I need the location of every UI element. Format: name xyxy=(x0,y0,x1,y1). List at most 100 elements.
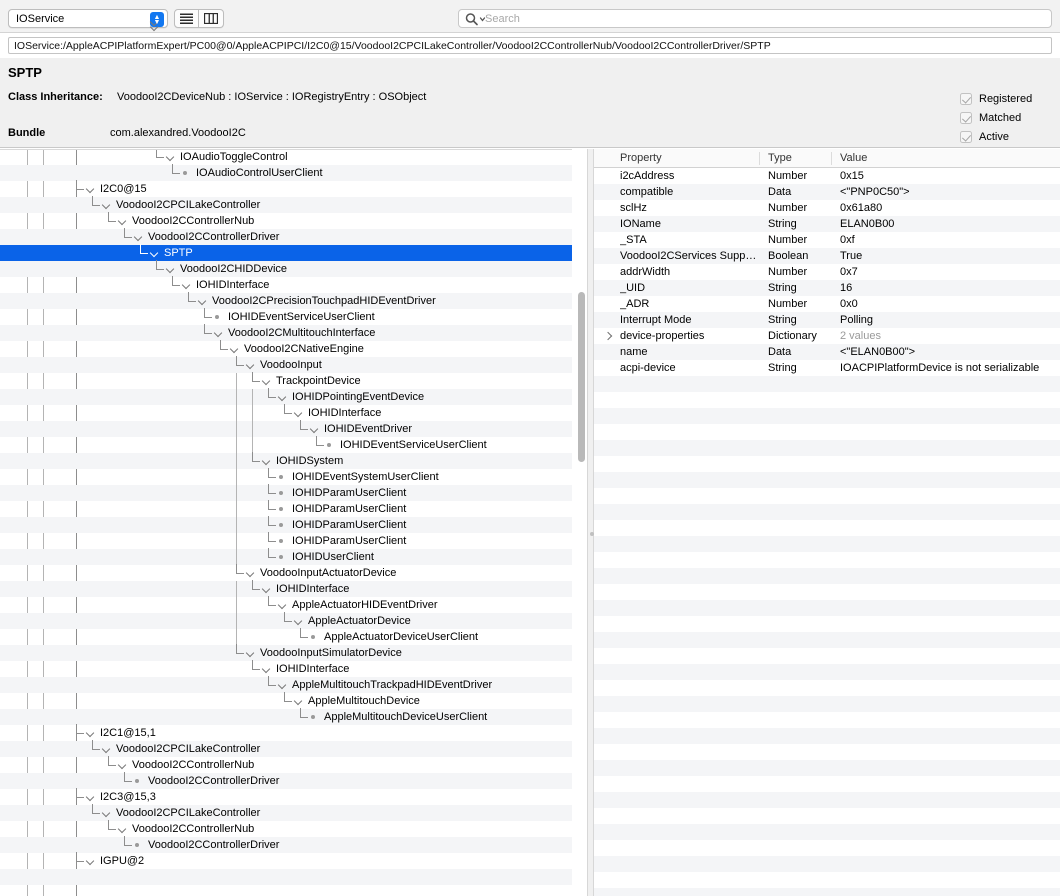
tree-row[interactable]: VoodooI2CMultitouchInterface xyxy=(0,324,572,341)
tree-node[interactable]: VoodooI2CControllerNub xyxy=(107,212,254,229)
tree-node[interactable]: IOHIDInterface xyxy=(283,404,381,421)
property-row[interactable]: sclHz Number 0x61a80 xyxy=(594,200,1060,216)
tree-row[interactable]: IOAudioControlUserClient xyxy=(0,164,572,181)
flag-row-registered[interactable]: Registered xyxy=(960,89,1052,108)
tree-node[interactable]: IOHIDParamUserClient xyxy=(267,484,406,501)
tree-node[interactable]: IOHIDEventServiceUserClient xyxy=(203,308,375,325)
tree-row[interactable]: VoodooInputSimulatorDevice xyxy=(0,644,572,661)
tree-row[interactable]: VoodooI2CNativeEngine xyxy=(0,340,572,357)
tree-row[interactable]: IOHIDSystem xyxy=(0,452,572,469)
tree-row[interactable]: I2C0@15 xyxy=(0,180,572,197)
tree-row[interactable]: VoodooI2CControllerDriver xyxy=(0,772,572,789)
tree-node[interactable]: AppleActuatorDeviceUserClient xyxy=(299,628,478,645)
chevron-down-icon[interactable] xyxy=(118,757,128,773)
chevron-down-icon[interactable] xyxy=(262,581,272,597)
tree-node[interactable]: VoodooI2CMultitouchInterface xyxy=(203,324,375,341)
tree-node[interactable]: IOHIDEventSystemUserClient xyxy=(267,468,439,485)
chevron-down-icon[interactable] xyxy=(134,229,144,245)
tree-row[interactable]: IOHIDParamUserClient xyxy=(0,500,572,517)
tree-node[interactable]: IOHIDParamUserClient xyxy=(267,516,406,533)
tree-node[interactable]: VoodooInputSimulatorDevice xyxy=(235,644,402,661)
chevron-down-icon[interactable] xyxy=(198,293,208,309)
chevron-right-icon[interactable] xyxy=(603,328,613,344)
chevron-down-icon[interactable] xyxy=(278,677,288,693)
tree-row[interactable]: I2C1@15,1 xyxy=(0,724,572,741)
tree-node[interactable]: IOHIDSystem xyxy=(251,452,343,469)
column-header-type[interactable]: Type xyxy=(759,149,838,168)
tree-node[interactable]: AppleActuatorHIDEventDriver xyxy=(267,596,438,613)
tree-node[interactable]: SPTP xyxy=(139,244,193,261)
tree-row[interactable]: AppleActuatorDevice xyxy=(0,612,572,629)
tree-node[interactable]: VoodooI2CPCILakeController xyxy=(91,196,260,213)
tree-row[interactable]: IOHIDInterface xyxy=(0,660,572,677)
checkbox-icon[interactable] xyxy=(960,111,972,124)
chevron-down-icon[interactable] xyxy=(262,661,272,677)
tree-row[interactable]: IOHIDEventServiceUserClient xyxy=(0,308,572,325)
tree-node[interactable]: IOAudioToggleControl xyxy=(155,149,288,165)
tree-node[interactable]: VoodooI2CPCILakeController xyxy=(91,804,260,821)
tree-node[interactable]: IOHIDInterface xyxy=(171,276,269,293)
property-row[interactable]: device-properties Dictionary 2 values xyxy=(594,328,1060,344)
property-row[interactable]: _STA Number 0xf xyxy=(594,232,1060,248)
tree-node[interactable]: VoodooI2CControllerDriver xyxy=(123,228,279,245)
tree-node[interactable]: VoodooI2CControllerNub xyxy=(107,820,254,837)
tree-row[interactable]: VoodooInput xyxy=(0,356,572,373)
tree-node[interactable]: VoodooI2CPrecisionTouchpadHIDEventDriver xyxy=(187,292,436,309)
tree-row[interactable]: IOHIDParamUserClient xyxy=(0,516,572,533)
chevron-down-icon[interactable] xyxy=(86,725,96,741)
tree-node[interactable]: AppleMultitouchTrackpadHIDEventDriver xyxy=(267,676,492,693)
tree-row[interactable]: AppleMultitouchDeviceUserClient xyxy=(0,708,572,725)
list-view-button[interactable] xyxy=(174,9,199,28)
tree-row[interactable]: IOHIDInterface xyxy=(0,580,572,597)
chevron-down-icon[interactable] xyxy=(102,741,112,757)
tree-row[interactable]: IOHIDPointingEventDevice xyxy=(0,388,572,405)
tree-vertical-scrollbar[interactable] xyxy=(576,149,587,896)
tree-row[interactable]: AppleMultitouchTrackpadHIDEventDriver xyxy=(0,676,572,693)
flag-row-active[interactable]: Active xyxy=(960,127,1052,146)
tree-row[interactable]: IOHIDInterface xyxy=(0,404,572,421)
view-mode-segmented-control[interactable] xyxy=(174,9,224,28)
tree-row[interactable]: VoodooI2CPCILakeController xyxy=(0,804,572,821)
chevron-down-icon[interactable] xyxy=(262,373,272,389)
tree-node[interactable]: IOHIDInterface xyxy=(251,580,349,597)
property-row[interactable]: _ADR Number 0x0 xyxy=(594,296,1060,312)
column-view-button[interactable] xyxy=(199,9,224,28)
plane-selector-popup[interactable]: IOService ▲ ▼ xyxy=(8,9,168,28)
property-row[interactable]: acpi-device String IOACPIPlatformDevice is… xyxy=(594,360,1060,376)
chevron-down-icon[interactable] xyxy=(278,389,288,405)
chevron-down-icon[interactable] xyxy=(294,405,304,421)
tree-node[interactable]: IOHIDParamUserClient xyxy=(267,500,406,517)
tree-row[interactable]: IOHIDUserClient xyxy=(0,548,572,565)
property-row[interactable]: name Data <"ELAN0B00"> xyxy=(594,344,1060,360)
tree-node[interactable]: I2C1@15,1 xyxy=(75,724,156,741)
tree-node[interactable]: IOAudioControlUserClient xyxy=(171,164,323,181)
chevron-down-icon[interactable] xyxy=(278,597,288,613)
tree-node[interactable]: AppleMultitouchDevice xyxy=(283,692,420,709)
chevron-down-icon[interactable] xyxy=(294,693,304,709)
chevron-down-icon[interactable] xyxy=(118,213,128,229)
tree-node[interactable]: IOHIDParamUserClient xyxy=(267,532,406,549)
tree-node[interactable]: IGPU@2 xyxy=(75,852,144,869)
tree-node[interactable]: I2C0@15 xyxy=(75,180,147,197)
checkbox-icon[interactable] xyxy=(960,92,972,105)
chevron-down-icon[interactable] xyxy=(310,421,320,437)
tree-node[interactable]: IOHIDInterface xyxy=(251,660,349,677)
tree-node[interactable]: VoodooI2CControllerDriver xyxy=(123,836,279,853)
registry-tree[interactable]: IOAudioToggleControl IOAudioControlUserCl… xyxy=(0,149,572,896)
flag-row-matched[interactable]: Matched xyxy=(960,108,1052,127)
tree-node[interactable]: VoodooI2CControllerNub xyxy=(107,756,254,773)
chevron-down-icon[interactable] xyxy=(294,613,304,629)
chevron-down-icon[interactable] xyxy=(166,261,176,277)
tree-row[interactable]: VoodooI2CControllerNub xyxy=(0,820,572,837)
tree-row[interactable]: VoodooI2CPCILakeController xyxy=(0,740,572,757)
column-header-property[interactable]: Property xyxy=(620,149,768,168)
tree-node[interactable]: I2C3@15,3 xyxy=(75,788,156,805)
tree-node[interactable]: VoodooInputActuatorDevice xyxy=(235,564,396,581)
chevron-down-icon[interactable] xyxy=(150,245,160,261)
chevron-down-icon[interactable] xyxy=(86,789,96,805)
tree-row[interactable]: IOAudioToggleControl xyxy=(0,149,572,165)
tree-row[interactable]: VoodooI2CControllerNub xyxy=(0,212,572,229)
property-table[interactable]: Property Type Value i2cAddress Number 0x15… xyxy=(594,149,1060,896)
chevron-down-icon[interactable] xyxy=(166,149,176,165)
tree-row[interactable]: IOHIDInterface xyxy=(0,276,572,293)
